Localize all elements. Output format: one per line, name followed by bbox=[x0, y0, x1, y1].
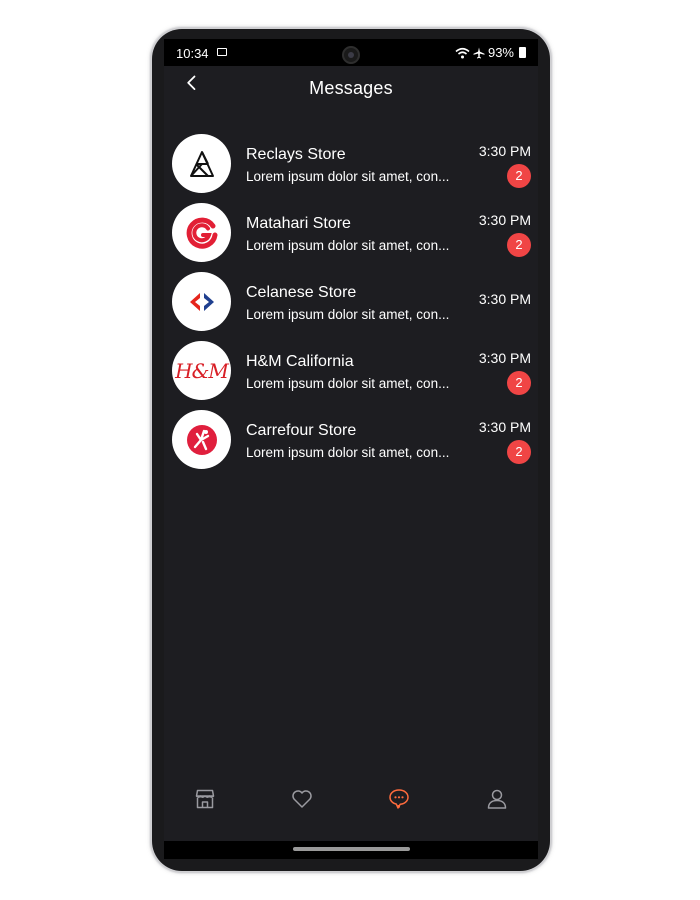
unread-badge: 2 bbox=[507, 371, 531, 395]
store-avatar bbox=[172, 410, 231, 469]
unread-badge: 2 bbox=[507, 164, 531, 188]
unread-badge: 2 bbox=[507, 233, 531, 257]
reclays-logo bbox=[189, 150, 214, 177]
conversation-row[interactable]: Reclays Store Lorem ipsum dolor sit amet… bbox=[164, 131, 538, 200]
conversation-time: 3:30 PM bbox=[478, 291, 531, 307]
store-avatar bbox=[172, 272, 231, 331]
status-icons: 93% bbox=[455, 45, 526, 60]
conversation-name: H&M California bbox=[246, 353, 354, 370]
conversation-list: Reclays Store Lorem ipsum dolor sit amet… bbox=[164, 131, 538, 476]
status-bar: 10:34 93% bbox=[164, 39, 538, 66]
conversation-time: 3:30 PM bbox=[478, 212, 531, 228]
carrefour-logo bbox=[186, 424, 217, 455]
store-avatar bbox=[172, 134, 231, 193]
home-indicator[interactable] bbox=[293, 847, 410, 851]
profile-icon bbox=[487, 789, 507, 809]
conversation-row[interactable]: H&M H&M California Lorem ipsum dolor sit… bbox=[164, 338, 538, 407]
conversation-row[interactable]: Celanese Store Lorem ipsum dolor sit ame… bbox=[164, 269, 538, 338]
heart-icon bbox=[292, 790, 312, 808]
conversation-name: Carrefour Store bbox=[246, 422, 357, 439]
front-camera bbox=[342, 46, 360, 64]
page-title: Messages bbox=[309, 78, 393, 98]
conversation-preview: Lorem ipsum dolor sit amet, con... bbox=[246, 307, 450, 322]
hm-logo: H&M bbox=[175, 358, 229, 383]
conversation-preview: Lorem ipsum dolor sit amet, con... bbox=[246, 169, 450, 184]
conversation-preview: Lorem ipsum dolor sit amet, con... bbox=[246, 445, 450, 460]
airplane-icon bbox=[473, 47, 485, 58]
store-avatar: H&M bbox=[172, 341, 231, 400]
conversation-time: 3:30 PM bbox=[478, 143, 531, 159]
conversation-time: 3:30 PM bbox=[478, 419, 531, 435]
conversation-preview: Lorem ipsum dolor sit amet, con... bbox=[246, 376, 450, 391]
battery-icon bbox=[519, 47, 526, 58]
nav-profile-button[interactable] bbox=[480, 782, 514, 816]
unread-badge: 2 bbox=[507, 440, 531, 464]
nav-favorites-button[interactable] bbox=[285, 782, 319, 816]
active-nav-indicator bbox=[397, 805, 400, 808]
phone-screen: 10:34 93% Messages Reclays Store Lorem i… bbox=[164, 39, 538, 859]
conversation-row[interactable]: Matahari Store Lorem ipsum dolor sit ame… bbox=[164, 200, 538, 269]
status-time: 10:34 bbox=[176, 46, 209, 61]
store-avatar bbox=[172, 203, 231, 262]
store-icon bbox=[195, 789, 215, 809]
conversation-name: Matahari Store bbox=[246, 215, 351, 232]
battery-percent: 93% bbox=[487, 45, 514, 60]
conversation-name: Reclays Store bbox=[246, 146, 346, 163]
gesture-bar bbox=[164, 841, 538, 859]
wifi-icon bbox=[455, 47, 470, 58]
matahari-logo bbox=[186, 217, 217, 249]
celanese-logo bbox=[189, 292, 214, 311]
conversation-row[interactable]: Carrefour Store Lorem ipsum dolor sit am… bbox=[164, 407, 538, 476]
header: Messages bbox=[164, 66, 538, 110]
conversation-preview: Lorem ipsum dolor sit amet, con... bbox=[246, 238, 450, 253]
conversation-time: 3:30 PM bbox=[478, 350, 531, 366]
bottom-nav bbox=[164, 774, 538, 834]
nav-store-button[interactable] bbox=[188, 782, 222, 816]
conversation-name: Celanese Store bbox=[246, 284, 357, 301]
nav-messages-button[interactable] bbox=[382, 782, 416, 816]
image-icon bbox=[217, 48, 227, 56]
